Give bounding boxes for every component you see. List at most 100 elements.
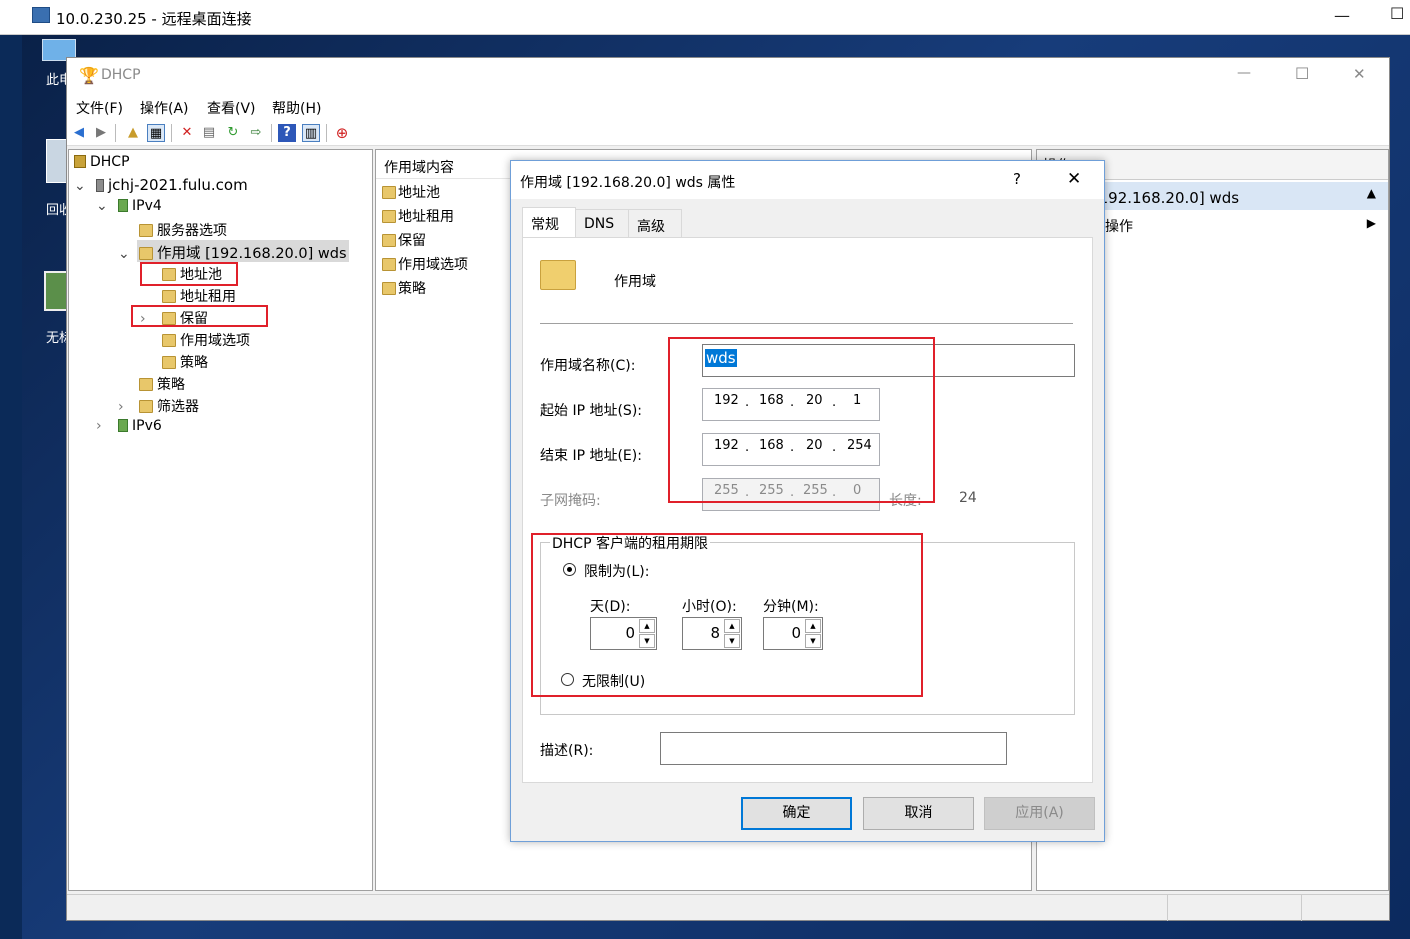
toolbar-separator (115, 124, 116, 142)
annotation-box-ip-range (668, 337, 935, 503)
scope-name-label: 作用域名称(C): (540, 358, 636, 374)
collapse-up-icon[interactable]: ▲ (1367, 186, 1376, 200)
tree-item-server-options[interactable]: 服务器选项 (139, 220, 227, 240)
back-icon[interactable]: ◀ (70, 124, 88, 142)
chevron-down-icon[interactable]: ⌄ (118, 246, 139, 262)
stop-service-icon[interactable]: ⊕ (333, 124, 351, 142)
list-item[interactable]: 保留 (382, 230, 426, 250)
dialog-title: 作用域 [192.168.20.0] wds 属性 (520, 175, 736, 191)
ipv4-icon (118, 199, 128, 212)
tab-dns[interactable]: DNS (575, 209, 629, 237)
dialog-close-button[interactable]: ✕ (1067, 169, 1081, 189)
dialog-help-button[interactable]: ? (1013, 170, 1021, 188)
tree-item-address-leases[interactable]: 地址租用 (162, 286, 236, 306)
maximize-button[interactable]: ☐ (1295, 64, 1309, 83)
tree-item-filters[interactable]: › 筛选器 (118, 396, 199, 416)
tree-label: IPv4 (132, 198, 162, 214)
tree-item-ipv6[interactable]: › IPv6 (96, 418, 162, 434)
ipv6-icon (118, 419, 128, 432)
menu-action[interactable]: 操作(A) (140, 98, 189, 118)
toolbar: ◀ ▶ ▲ ▦ ✕ ▤ ↻ ⇨ ? ▥ ⊕ (67, 120, 1389, 146)
menu-view[interactable]: 查看(V) (207, 98, 256, 118)
section-label: 作用域 (614, 274, 656, 290)
toolbar-separator (271, 124, 272, 142)
policies-icon (382, 282, 396, 295)
list-item-label: 地址池 (398, 185, 440, 201)
status-bar (67, 894, 1389, 921)
arrow-right-icon[interactable]: ▶ (1367, 216, 1376, 230)
properties-icon[interactable]: ▤ (200, 124, 218, 142)
show-action-pane-icon[interactable]: ▥ (302, 124, 320, 142)
content-header[interactable]: 作用域内容 (384, 157, 454, 177)
export-icon[interactable]: ⇨ (247, 124, 265, 142)
filters-icon (139, 400, 153, 413)
server-icon (96, 179, 104, 192)
list-item-label: 地址租用 (398, 209, 454, 225)
annotation-box-lease (531, 533, 923, 697)
list-item[interactable]: 策略 (382, 278, 426, 298)
rdp-minimize-button[interactable]: — (1334, 6, 1350, 25)
annotation-box-address-pool (140, 262, 238, 286)
policies-icon (162, 356, 176, 369)
tree-item-policies[interactable]: 策略 (139, 374, 185, 394)
list-item[interactable]: 地址池 (382, 182, 440, 202)
dhcp-trophy-icon (74, 155, 86, 168)
status-divider (1167, 895, 1168, 921)
address-leases-icon (162, 290, 176, 303)
description-label: 描述(R): (540, 743, 594, 759)
list-item-label: 作用域选项 (398, 257, 468, 273)
tree-label: 作用域 [192.168.20.0] wds (157, 246, 347, 262)
status-divider (1301, 895, 1302, 921)
scope-options-icon (382, 258, 396, 271)
chevron-down-icon[interactable]: ⌄ (74, 178, 96, 194)
rdp-title: 10.0.230.25 - 远程桌面连接 (56, 10, 252, 28)
chevron-right-icon[interactable]: › (118, 399, 139, 415)
rdp-app-icon (32, 7, 50, 23)
apply-button[interactable]: 应用(A) (984, 797, 1095, 830)
scope-folder-icon (540, 260, 576, 290)
list-item[interactable]: 作用域选项 (382, 254, 468, 274)
cancel-button[interactable]: 取消 (863, 797, 974, 830)
tree-label: DHCP (90, 154, 130, 170)
list-item[interactable]: 地址租用 (382, 206, 454, 226)
dhcp-app-icon: 🏆 (79, 66, 99, 85)
annotation-box-reservations (131, 305, 268, 327)
rdp-titlebar: 10.0.230.25 - 远程桌面连接 — ☐ (0, 0, 1410, 35)
close-button[interactable]: ✕ (1353, 65, 1366, 83)
menu-help[interactable]: 帮助(H) (272, 98, 321, 118)
tree-label: 作用域选项 (180, 333, 250, 349)
rdp-restore-button[interactable]: ☐ (1390, 4, 1404, 23)
chevron-down-icon[interactable]: ⌄ (96, 198, 118, 214)
tree-item-dhcp[interactable]: DHCP (74, 154, 130, 170)
scope-options-icon (162, 334, 176, 347)
minimize-button[interactable]: — (1237, 65, 1251, 81)
chevron-right-icon[interactable]: › (96, 418, 118, 434)
tree-pane: DHCP ⌄ jchj-2021.fulu.com ⌄ IPv4 服务器选项 ⌄ 作用… (68, 149, 373, 891)
section-divider (540, 323, 1073, 324)
delete-icon[interactable]: ✕ (178, 124, 196, 142)
dhcp-window-title: DHCP (101, 67, 141, 83)
tree-label: 服务器选项 (157, 223, 227, 239)
up-folder-icon[interactable]: ▲ (124, 124, 142, 142)
description-field[interactable] (660, 732, 1007, 765)
tree-item-scope-options[interactable]: 作用域选项 (162, 330, 250, 350)
ok-button[interactable]: 确定 (741, 797, 852, 830)
tree-item-server[interactable]: ⌄ jchj-2021.fulu.com (74, 176, 248, 194)
toolbar-separator (326, 124, 327, 142)
tree-item-ipv4[interactable]: ⌄ IPv4 (96, 198, 162, 214)
menu-file[interactable]: 文件(F) (76, 98, 123, 118)
tree-label: 策略 (180, 355, 208, 371)
tab-general[interactable]: 常规 (522, 207, 576, 237)
menu-bar: 文件(F) 操作(A) 查看(V) 帮助(H) (67, 92, 1389, 120)
general-tab-panel: 作用域 作用域名称(C): wds 起始 IP 地址(S): 192 . 168… (522, 237, 1093, 783)
tab-advanced[interactable]: 高级 (628, 209, 682, 237)
address-pool-icon (382, 186, 396, 199)
tree-item-scope[interactable]: ⌄ 作用域 [192.168.20.0] wds (118, 242, 347, 263)
list-item-label: 策略 (398, 281, 426, 297)
scope-properties-dialog: 作用域 [192.168.20.0] wds 属性 ? ✕ 常规 DNS 高级 … (510, 160, 1105, 842)
show-tree-icon[interactable]: ▦ (147, 124, 165, 142)
help-icon[interactable]: ? (278, 124, 296, 142)
tree-item-scope-policies[interactable]: 策略 (162, 352, 208, 372)
refresh-icon[interactable]: ↻ (224, 124, 242, 142)
forward-icon[interactable]: ▶ (92, 124, 110, 142)
